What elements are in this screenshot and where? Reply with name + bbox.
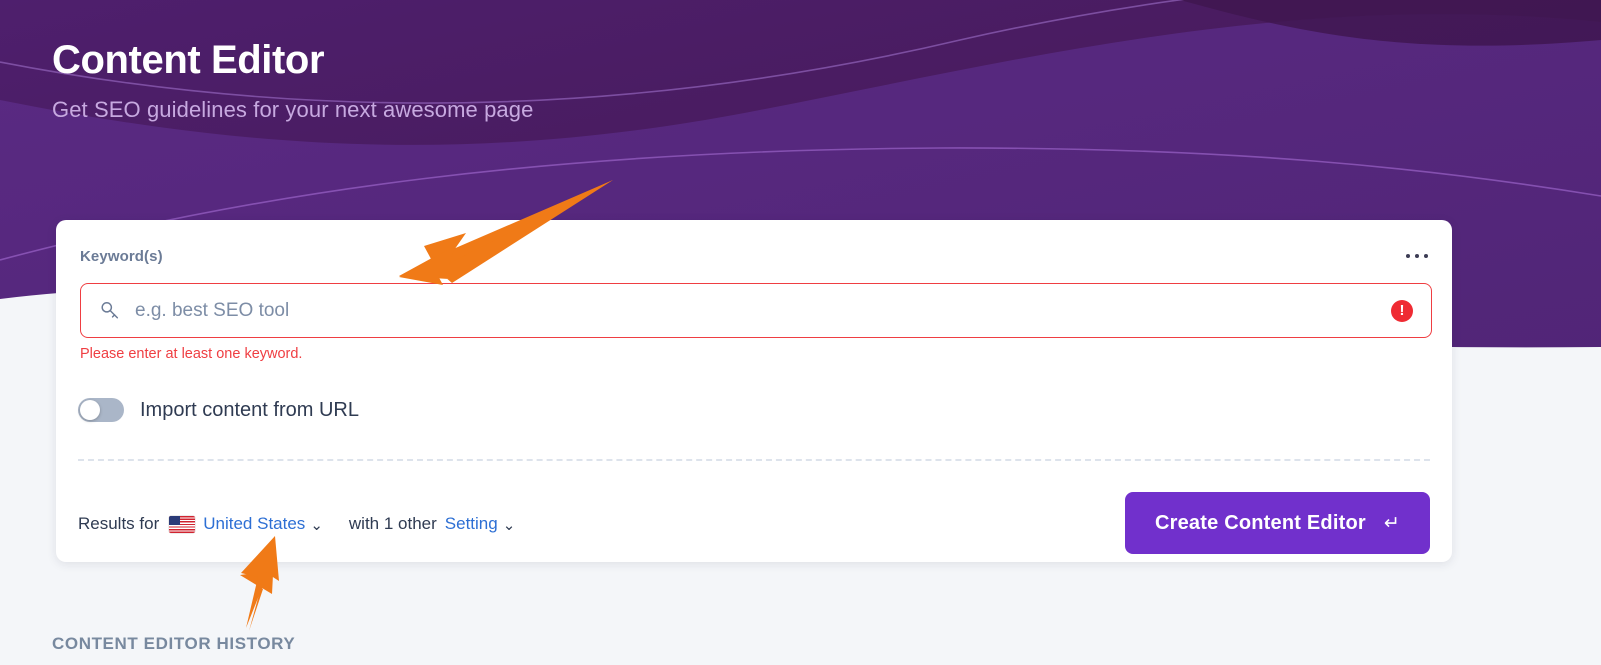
section-divider bbox=[78, 459, 1430, 461]
toggle-knob bbox=[80, 400, 100, 420]
page-title: Content Editor bbox=[52, 38, 325, 82]
create-content-editor-label: Create Content Editor bbox=[1154, 511, 1366, 534]
other-settings-text: with 1 other bbox=[348, 514, 437, 533]
key-icon bbox=[101, 301, 119, 319]
flag-canton bbox=[169, 515, 181, 525]
error-exclamation-icon: ! bbox=[1391, 299, 1413, 322]
hero-text-block: Content Editor Get SEO guidelines for yo… bbox=[52, 38, 533, 123]
setting-link[interactable]: Setting bbox=[445, 514, 498, 534]
dot bbox=[1406, 254, 1410, 258]
chevron-down-icon-country[interactable]: ⌄ bbox=[310, 516, 323, 534]
keyword-input-container[interactable]: ! bbox=[80, 283, 1432, 338]
chevron-down-icon-setting[interactable]: ⌄ bbox=[503, 516, 516, 534]
keyword-input[interactable] bbox=[135, 299, 1391, 322]
content-editor-form-card: Keyword(s) ! Please enter at least one k… bbox=[56, 220, 1452, 562]
keyword-error-message: Please enter at least one keyword. bbox=[80, 346, 303, 362]
flag-united-states-icon bbox=[169, 515, 196, 533]
country-selector-link[interactable]: United States bbox=[203, 514, 305, 534]
results-for-prefix: Results for bbox=[78, 514, 160, 533]
page-subtitle: Get SEO guidelines for your next awesome… bbox=[52, 96, 534, 122]
import-content-toggle-row[interactable]: Import content from URL bbox=[78, 398, 359, 422]
import-content-toggle[interactable] bbox=[78, 398, 124, 422]
content-editor-history-heading: CONTENT EDITOR HISTORY bbox=[52, 634, 296, 653]
import-content-toggle-label: Import content from URL bbox=[140, 398, 359, 421]
dot bbox=[1424, 254, 1428, 258]
results-for-group: Results for United States ⌄ with 1 other… bbox=[78, 514, 515, 534]
create-content-editor-button[interactable]: Create Content Editor ↵ bbox=[1124, 492, 1430, 554]
keyword-field-label: Keyword(s) bbox=[80, 248, 163, 265]
enter-key-icon: ↵ bbox=[1383, 512, 1400, 534]
settings-and-submit-row: Results for United States ⌄ with 1 other… bbox=[78, 492, 1430, 556]
dot bbox=[1415, 254, 1419, 258]
more-options-icon[interactable] bbox=[1402, 250, 1432, 262]
